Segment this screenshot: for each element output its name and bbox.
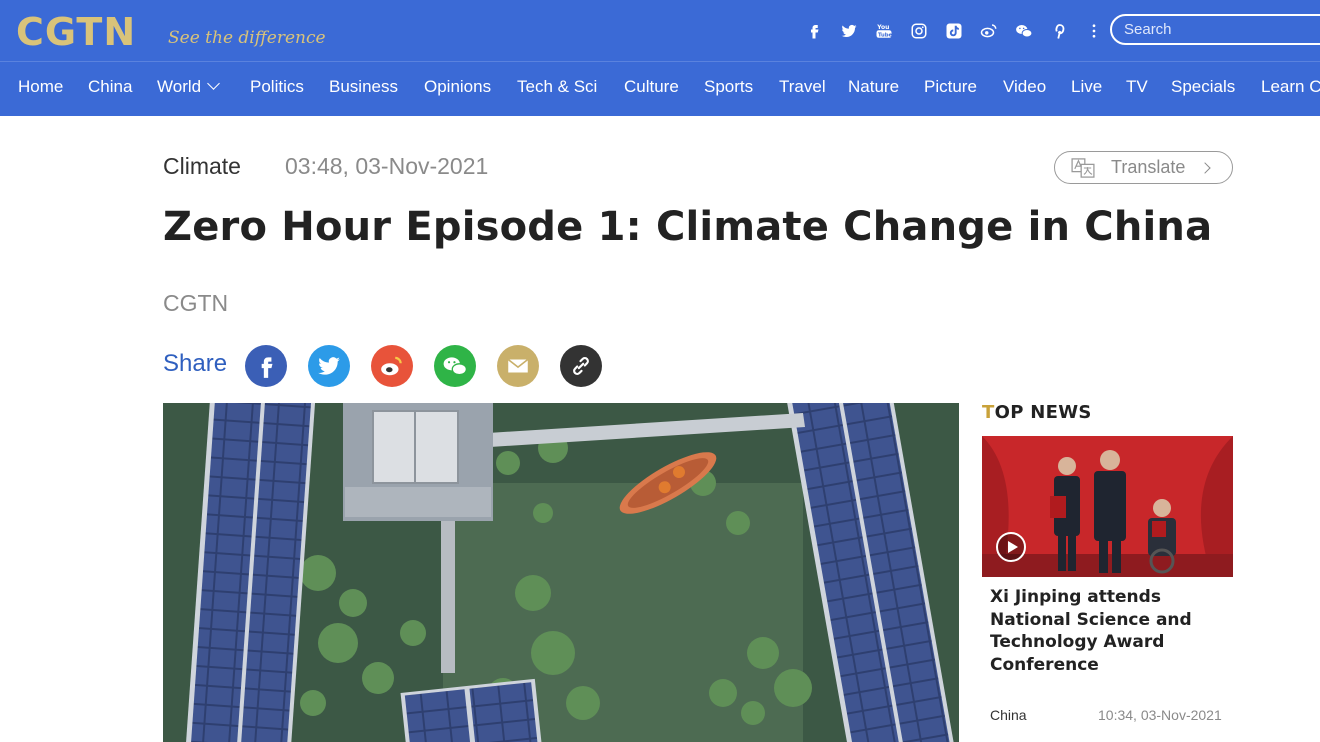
nav-politics[interactable]: Politics xyxy=(250,77,304,97)
wechat-icon[interactable] xyxy=(1006,18,1041,44)
nav-opinions[interactable]: Opinions xyxy=(424,77,491,97)
article-datetime: 03:48, 03-Nov-2021 xyxy=(285,153,489,179)
nav-video[interactable]: Video xyxy=(1003,77,1046,97)
translate-label: Translate xyxy=(1111,157,1186,177)
top-news-headline[interactable]: Xi Jinping attends National Science and … xyxy=(990,586,1220,676)
top-news-time: 10:34, 03-Nov-2021 xyxy=(1098,707,1222,723)
wechat-icon[interactable] xyxy=(434,345,476,387)
search-input[interactable] xyxy=(1110,14,1320,45)
instagram-icon[interactable] xyxy=(901,18,936,44)
nav-china[interactable]: China xyxy=(88,77,132,97)
nav-world[interactable]: World xyxy=(157,77,220,97)
nav-culture[interactable]: Culture xyxy=(624,77,679,97)
link-icon[interactable] xyxy=(560,345,602,387)
cgtn-logo[interactable]: CGTN xyxy=(16,10,136,54)
email-icon[interactable] xyxy=(497,345,539,387)
nav-learn-chinese[interactable]: Learn C xyxy=(1261,77,1320,97)
nav-live[interactable]: Live xyxy=(1071,77,1102,97)
article-source: CGTN xyxy=(163,290,229,316)
twitter-icon[interactable] xyxy=(831,18,866,44)
weibo-icon[interactable] xyxy=(971,18,1006,44)
share-label: Share xyxy=(163,350,228,377)
translate-icon xyxy=(1071,157,1095,178)
translate-button[interactable]: Translate xyxy=(1054,151,1233,184)
nav-tv[interactable]: TV xyxy=(1126,77,1148,97)
top-news-heading-first: T xyxy=(982,402,995,423)
chevron-right-icon xyxy=(1199,161,1212,174)
chevron-down-icon xyxy=(207,77,220,90)
social-links: You Tube xyxy=(796,18,1111,44)
more-icon[interactable] xyxy=(1076,18,1111,44)
twitter-icon[interactable] xyxy=(308,345,350,387)
nav-nature[interactable]: Nature xyxy=(848,77,899,97)
nav-travel[interactable]: Travel xyxy=(779,77,826,97)
facebook-icon[interactable] xyxy=(796,18,831,44)
top-news-heading-rest: OP NEWS xyxy=(994,402,1092,423)
main-nav: Home China World Politics Business Opini… xyxy=(0,61,1320,116)
share-bar xyxy=(245,345,602,387)
top-news-heading: TOP NEWS xyxy=(982,402,1092,423)
facebook-icon[interactable] xyxy=(245,345,287,387)
nav-business[interactable]: Business xyxy=(329,77,398,97)
top-news-category[interactable]: China xyxy=(990,707,1027,723)
article-title: Zero Hour Episode 1: Climate Change in C… xyxy=(163,204,1213,250)
hero-image[interactable] xyxy=(163,403,959,742)
weibo-icon[interactable] xyxy=(371,345,413,387)
nav-specials[interactable]: Specials xyxy=(1171,77,1235,97)
tiktok-icon[interactable] xyxy=(936,18,971,44)
top-bar: CGTN See the difference You Tube xyxy=(0,0,1320,61)
nav-picture[interactable]: Picture xyxy=(924,77,977,97)
nav-home[interactable]: Home xyxy=(18,77,63,97)
play-icon[interactable] xyxy=(996,532,1026,562)
svg-text:You: You xyxy=(876,24,889,31)
nav-world-label: World xyxy=(157,77,202,96)
nav-sports[interactable]: Sports xyxy=(704,77,753,97)
youtube-icon[interactable]: You Tube xyxy=(866,18,901,44)
article-category[interactable]: Climate xyxy=(163,153,241,180)
tagline: See the difference xyxy=(168,28,326,48)
pinterest-icon[interactable] xyxy=(1041,18,1076,44)
svg-text:Tube: Tube xyxy=(878,32,893,38)
nav-tech-sci[interactable]: Tech & Sci xyxy=(517,77,597,97)
